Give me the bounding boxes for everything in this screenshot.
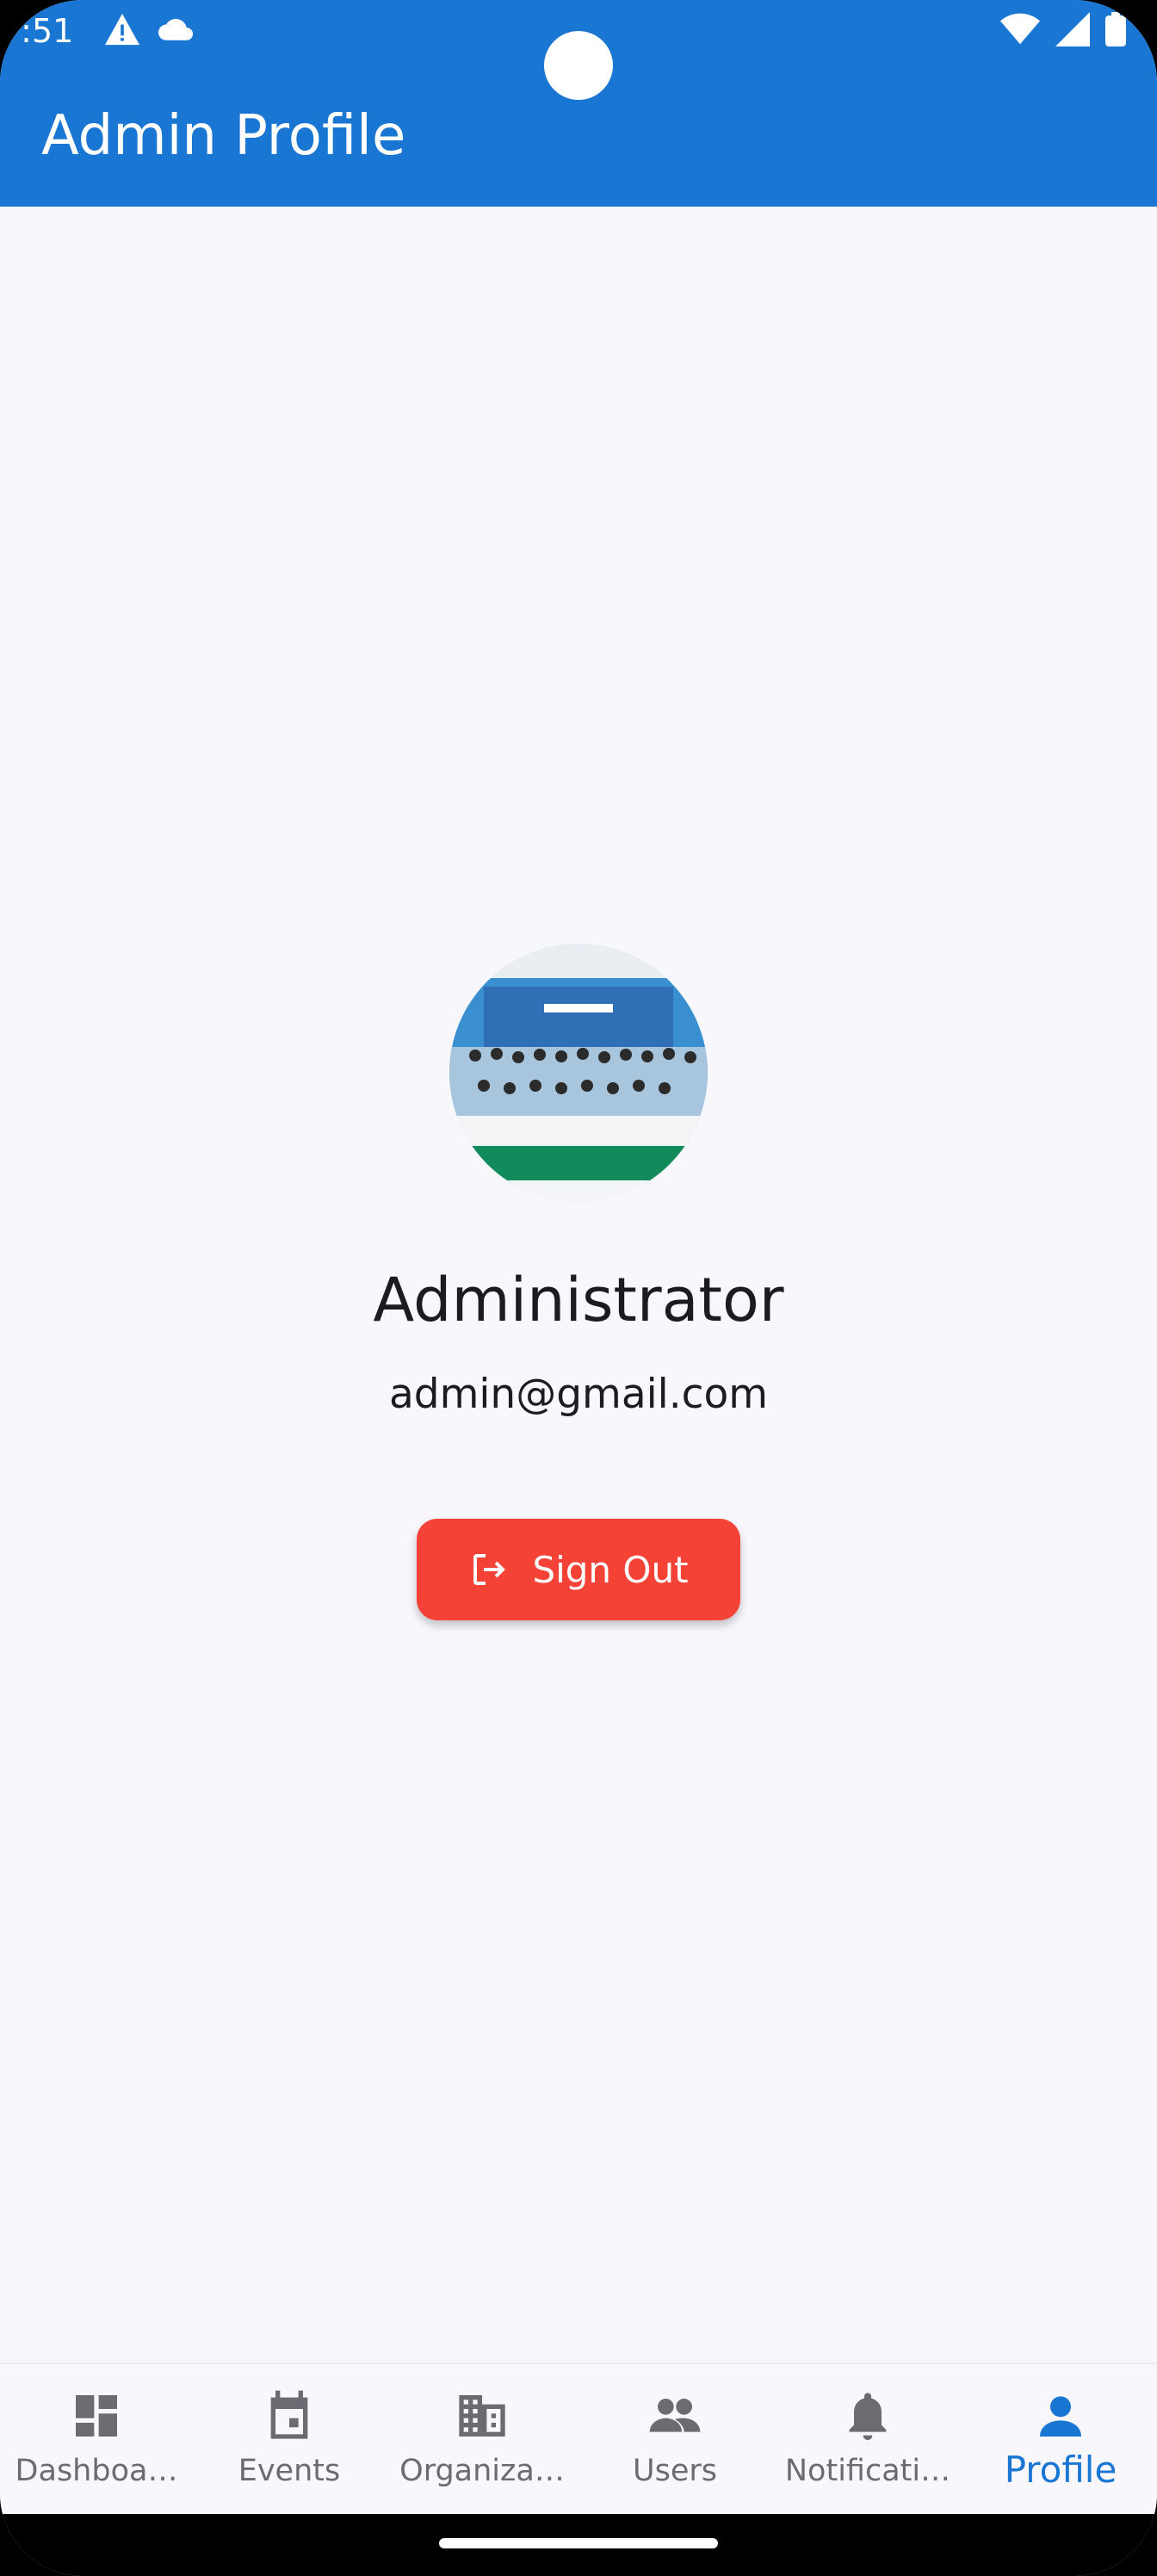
nav-label-dashboard: Dashboa…	[15, 2454, 178, 2488]
cloud-icon	[158, 18, 193, 40]
building-icon	[459, 2395, 505, 2437]
camera-cutout	[544, 31, 613, 100]
bottom-navigation: Dashboa… Events Organiza… Users Notifica…	[0, 2362, 1157, 2516]
page-title: Admin Profile	[41, 104, 406, 168]
group-photo-avatar	[449, 944, 708, 1202]
nav-item-dashboard[interactable]: Dashboa…	[0, 2364, 193, 2516]
nav-item-profile[interactable]: Profile	[964, 2364, 1157, 2516]
nav-label-profile: Profile	[1004, 2449, 1117, 2491]
nav-item-events[interactable]: Events	[193, 2364, 386, 2516]
bell-icon	[849, 2393, 887, 2440]
nav-item-notifications[interactable]: Notificati…	[771, 2364, 964, 2516]
screen: 7:51 Admin Profile Administrator admin@g…	[0, 0, 1157, 2576]
dashboard-icon	[76, 2395, 117, 2437]
status-left-icons	[103, 12, 195, 46]
nav-label-events: Events	[238, 2454, 341, 2488]
app-bar: 7:51 Admin Profile	[0, 0, 1157, 207]
sign-out-button[interactable]: Sign Out	[417, 1519, 740, 1620]
nav-label-notifications: Notificati…	[784, 2454, 951, 2488]
status-right-icons	[1000, 12, 1126, 46]
battery-icon	[1105, 12, 1126, 46]
person-icon	[1040, 2396, 1081, 2437]
calendar-icon	[270, 2390, 308, 2439]
nav-label-users: Users	[632, 2454, 717, 2488]
sign-out-label: Sign Out	[532, 1548, 689, 1591]
avatar	[449, 944, 708, 1202]
wifi-icon	[1000, 13, 1040, 45]
home-gesture-handle[interactable]	[439, 2538, 718, 2548]
nav-label-organizations: Organiza…	[399, 2454, 565, 2488]
profile-email: admin@gmail.com	[388, 1371, 769, 1418]
profile-name: Administrator	[373, 1265, 784, 1335]
status-time: 7:51	[0, 12, 74, 50]
logout-icon	[473, 1554, 506, 1585]
people-icon	[649, 2399, 701, 2432]
warning-icon	[105, 13, 139, 46]
nav-item-users[interactable]: Users	[578, 2364, 771, 2516]
nav-item-organizations[interactable]: Organiza…	[386, 2364, 578, 2516]
signal-icon	[1055, 12, 1090, 46]
